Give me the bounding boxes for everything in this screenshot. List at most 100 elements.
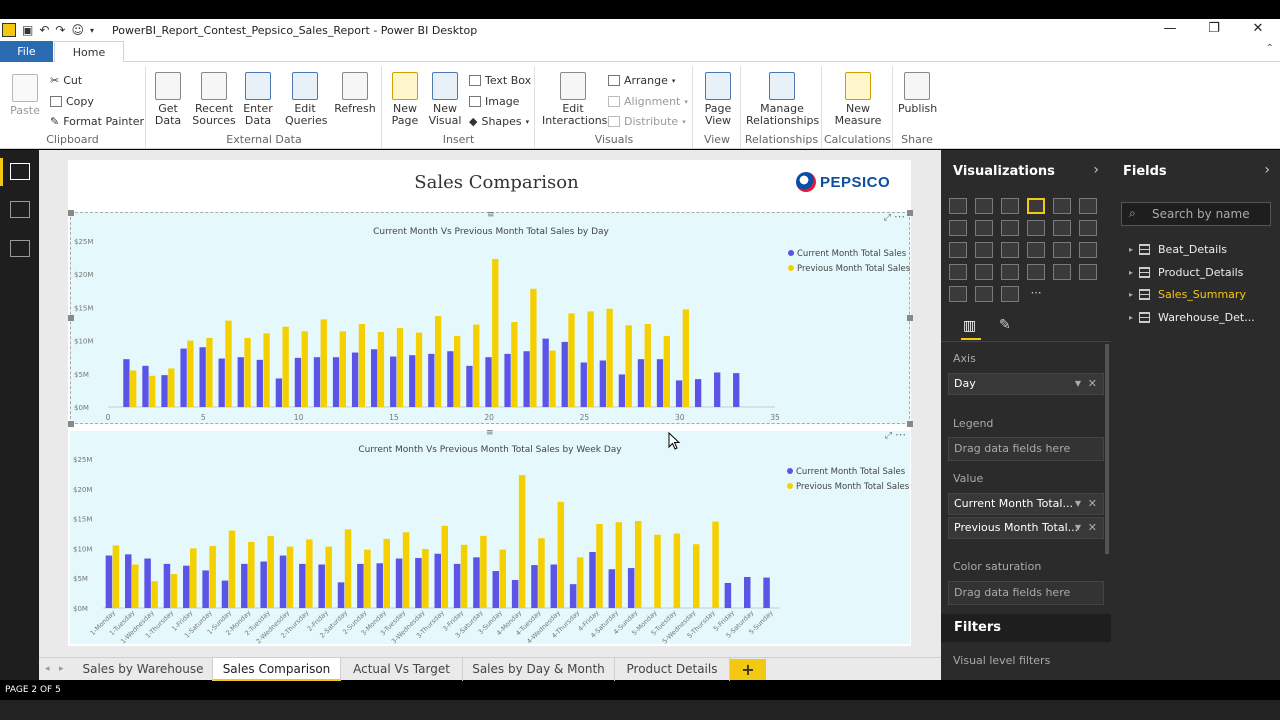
resize-handle[interactable]	[68, 210, 74, 216]
enter-data-button[interactable]: Enter Data	[242, 72, 274, 127]
bar-previous[interactable]	[263, 333, 270, 407]
bar-current[interactable]	[589, 551, 596, 608]
bar-previous[interactable]	[596, 523, 603, 608]
bar-previous[interactable]	[549, 350, 556, 407]
bar-previous[interactable]	[673, 533, 681, 609]
bar-current[interactable]	[142, 365, 149, 407]
value-well-previous[interactable]: Previous Month Total... ▼ ✕	[948, 517, 1104, 539]
stacked-bar-visual-icon[interactable]	[949, 198, 967, 214]
donut-visual-icon[interactable]	[949, 286, 967, 302]
bar-current[interactable]	[180, 348, 187, 407]
line-visual-icon[interactable]	[949, 220, 967, 236]
stacked-area-visual-icon[interactable]	[1001, 220, 1019, 236]
bar-previous[interactable]	[499, 549, 507, 608]
bar-previous[interactable]	[654, 534, 661, 608]
bar-previous[interactable]	[492, 258, 499, 407]
chevron-right-icon[interactable]: ›	[1093, 162, 1099, 178]
tab-scroll-right-icon[interactable]: ▸	[59, 658, 64, 680]
bar-previous[interactable]	[151, 581, 158, 608]
remove-icon[interactable]: ✕	[1088, 518, 1097, 538]
ribbon-collapse-icon[interactable]: ⌃	[1266, 43, 1274, 54]
bar-current[interactable]	[218, 358, 225, 407]
bar-current[interactable]	[371, 349, 378, 407]
bar-current[interactable]	[123, 359, 130, 407]
resize-handle[interactable]	[907, 210, 913, 216]
gauge-visual-icon[interactable]	[1001, 264, 1019, 280]
bar-current[interactable]	[733, 373, 740, 407]
bar-current[interactable]	[675, 380, 683, 407]
bar-previous[interactable]	[441, 525, 449, 608]
filled-map-visual-icon[interactable]	[949, 264, 967, 280]
restore-icon[interactable]: ❐	[1192, 19, 1236, 41]
bar-current[interactable]	[511, 579, 519, 608]
bar-current[interactable]	[504, 353, 511, 407]
bar-previous[interactable]	[190, 548, 197, 608]
pie-visual-icon[interactable]	[975, 242, 993, 258]
bar-previous[interactable]	[149, 375, 156, 407]
bar-current[interactable]	[714, 372, 721, 407]
redo-icon[interactable]: ↷	[55, 23, 65, 37]
text-box-button[interactable]: Text Box	[469, 74, 531, 87]
axis-well[interactable]: Day ▼ ✕	[948, 373, 1104, 395]
bar-previous[interactable]	[663, 335, 670, 407]
bar-current[interactable]	[163, 563, 171, 608]
field-table-item[interactable]: ▸ Warehouse_Det...	[1129, 311, 1255, 324]
bar-previous[interactable]	[460, 544, 468, 608]
bar-previous[interactable]	[480, 535, 487, 608]
recent-sources-button[interactable]: Recent Sources	[191, 72, 237, 127]
chevron-down-icon[interactable]: ▼	[1075, 494, 1081, 514]
bar-previous[interactable]	[518, 475, 526, 608]
chart-sales-by-day[interactable]: Current Month Vs Previous Month Total Sa…	[70, 210, 911, 424]
refresh-button[interactable]: Refresh	[333, 72, 377, 115]
bar-current[interactable]	[409, 355, 416, 407]
remove-icon[interactable]: ✕	[1088, 494, 1097, 514]
funnel-visual-icon[interactable]	[975, 264, 993, 280]
page-view-button[interactable]: Page View	[700, 72, 736, 127]
bar-current[interactable]	[125, 554, 132, 608]
stacked-column-visual-icon[interactable]	[975, 198, 993, 214]
bar-previous[interactable]	[606, 308, 613, 407]
bar-current[interactable]	[453, 563, 461, 608]
line-clustered-column-visual-icon[interactable]	[1053, 220, 1071, 236]
bar-current[interactable]	[656, 359, 664, 407]
page-tab[interactable]: Actual Vs Target	[341, 658, 463, 681]
remove-icon[interactable]: ✕	[1088, 374, 1097, 394]
field-table-item[interactable]: ▸ Product_Details	[1129, 266, 1243, 279]
bar-current[interactable]	[351, 352, 359, 407]
report-view-icon[interactable]	[10, 163, 30, 180]
chevron-down-icon[interactable]: ▼	[1075, 518, 1081, 538]
bar-current[interactable]	[318, 564, 325, 608]
tab-file[interactable]: File	[0, 41, 53, 62]
bar-previous[interactable]	[209, 546, 216, 608]
page-tab[interactable]: Sales by Warehouse	[74, 658, 213, 681]
bar-previous[interactable]	[282, 326, 289, 407]
bar-previous[interactable]	[339, 331, 346, 407]
bar-current[interactable]	[531, 565, 538, 608]
edit-interactions-button[interactable]: Edit Interactions	[542, 72, 607, 127]
bar-current[interactable]	[763, 577, 770, 608]
resize-handle[interactable]	[68, 421, 74, 427]
bar-previous[interactable]	[587, 311, 594, 407]
bar-previous[interactable]	[267, 535, 274, 608]
bar-current[interactable]	[357, 563, 364, 608]
bar-current[interactable]	[542, 338, 549, 407]
bar-previous[interactable]	[625, 325, 632, 407]
treemap-visual-icon[interactable]	[1001, 242, 1019, 258]
tab-scroll-left-icon[interactable]: ◂	[45, 658, 50, 680]
drag-handle-icon[interactable]: ≡	[487, 210, 495, 220]
tab-home[interactable]: Home	[54, 41, 124, 63]
cut-button[interactable]: ✂ Cut	[50, 74, 82, 87]
bar-previous[interactable]	[511, 322, 518, 407]
format-paintbrush-icon[interactable]: ✎	[999, 317, 1011, 333]
bar-previous[interactable]	[248, 541, 255, 608]
smiley-icon[interactable]: ☺	[71, 23, 84, 37]
bar-previous[interactable]	[576, 557, 584, 608]
bar-current[interactable]	[473, 557, 480, 608]
bar-current[interactable]	[390, 356, 397, 407]
bar-current[interactable]	[466, 365, 473, 407]
bar-previous[interactable]	[168, 368, 175, 407]
line-column-visual-icon[interactable]	[1027, 220, 1045, 236]
close-icon[interactable]: ✕	[1236, 19, 1280, 41]
bar-current[interactable]	[332, 357, 340, 407]
more-options-icon[interactable]: ⋯	[895, 428, 906, 441]
